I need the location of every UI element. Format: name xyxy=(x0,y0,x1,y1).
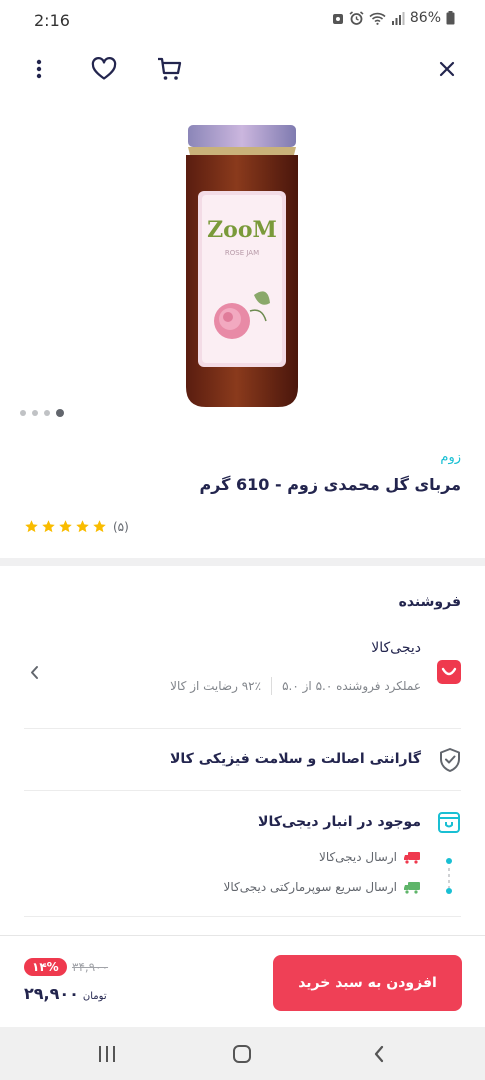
battery-percent: 86% xyxy=(409,10,441,26)
warehouse-icon xyxy=(438,812,460,833)
signal-icon xyxy=(391,11,405,25)
heart-icon xyxy=(91,57,117,80)
more-options-button[interactable] xyxy=(24,54,54,84)
notification-icon xyxy=(332,13,343,24)
discount-badge: ۱۴% xyxy=(24,958,67,976)
divider xyxy=(24,790,461,791)
add-to-cart-button[interactable]: افزودن به سبد خرید xyxy=(273,955,462,1011)
stock-title: موجود در انبار دیجی‌کالا xyxy=(258,814,421,830)
gallery-indicator xyxy=(20,409,64,417)
seller-name: دیجی‌کالا xyxy=(371,640,421,656)
rating-count: (۵) xyxy=(113,519,129,534)
divider xyxy=(24,916,461,917)
product-toolbar xyxy=(0,48,485,88)
wifi-icon xyxy=(369,12,386,25)
product-info: زوم مربای گل محمدی زوم - 610 گرم (۵) xyxy=(24,450,461,534)
rating-stars xyxy=(24,519,107,534)
recent-apps-icon xyxy=(99,1046,115,1062)
brand-link[interactable]: زوم xyxy=(24,450,461,465)
price: ۲۹,۹۰۰ تومان xyxy=(24,984,107,1003)
more-vertical-icon xyxy=(36,59,42,79)
truck-icon xyxy=(404,851,420,864)
fast-truck-icon xyxy=(404,881,420,894)
back-icon xyxy=(374,1045,384,1063)
home-icon xyxy=(233,1045,251,1063)
star-icon xyxy=(76,520,89,533)
timeline-dot xyxy=(446,888,452,894)
star-icon xyxy=(59,520,72,533)
recent-apps-button[interactable] xyxy=(92,1041,122,1067)
stock-section: موجود در انبار دیجی‌کالا ارسال دیجی‌کالا… xyxy=(24,806,461,906)
timeline-dot xyxy=(446,858,452,864)
star-icon xyxy=(93,520,106,533)
section-separator xyxy=(0,558,485,566)
gallery-dot[interactable] xyxy=(44,410,50,416)
seller-performance: عملکرد فروشنده ۵.۰ از ۵.۰ xyxy=(282,679,421,693)
shipping-option-supermarket: ارسال سریع سوپرمارکتی دیجی‌کالا xyxy=(224,880,421,894)
shipping-label: ارسال دیجی‌کالا xyxy=(318,850,397,864)
guarantee-text: گارانتی اصالت و سلامت فیزیکی کالا xyxy=(170,751,421,767)
alarm-icon xyxy=(349,11,364,25)
close-button[interactable] xyxy=(432,54,462,84)
shield-check-icon xyxy=(440,748,460,772)
back-button[interactable] xyxy=(364,1041,394,1067)
battery-icon xyxy=(446,11,455,25)
status-time: 2:16 xyxy=(34,11,70,30)
favorite-button[interactable] xyxy=(89,54,119,84)
gallery-dot-active[interactable] xyxy=(56,409,64,417)
timeline-line xyxy=(448,868,450,888)
system-nav-bar xyxy=(0,1027,485,1080)
buy-bar: افزودن به سبد خرید ۱۴% ۳۴,۹۰۰ ۲۹,۹۰۰ توم… xyxy=(0,935,485,1027)
stats-divider xyxy=(271,677,273,695)
cart-icon xyxy=(158,57,182,80)
seller-stats: عملکرد فروشنده ۵.۰ از ۵.۰ ۹۲٪ رضایت از ک… xyxy=(170,677,421,695)
svg-text:ROSE JAM: ROSE JAM xyxy=(225,249,259,257)
svg-text:ZooM: ZooM xyxy=(207,217,277,243)
product-title: مربای گل محمدی زوم - 610 گرم xyxy=(199,475,461,494)
rating[interactable]: (۵) xyxy=(24,519,129,534)
chevron-left-icon xyxy=(31,666,38,679)
digikala-logo-icon xyxy=(437,660,461,684)
currency-label: تومان xyxy=(82,991,107,1002)
status-bar: 2:16 86% xyxy=(0,0,485,40)
guarantee-row: گارانتی اصالت و سلامت فیزیکی کالا xyxy=(24,745,461,775)
star-icon xyxy=(42,520,55,533)
product-gallery[interactable]: ZooM ROSE JAM xyxy=(0,100,485,430)
seller-satisfaction: ۹۲٪ رضایت از کالا xyxy=(170,679,262,693)
old-price: ۳۴,۹۰۰ xyxy=(72,960,109,974)
product-image: ZooM ROSE JAM xyxy=(186,125,298,407)
gallery-dot[interactable] xyxy=(20,410,26,416)
price-value: ۲۹,۹۰۰ xyxy=(24,984,79,1003)
seller-header: فروشنده xyxy=(398,594,461,610)
shipping-timeline xyxy=(446,858,452,898)
close-icon xyxy=(439,61,455,77)
status-icons: 86% xyxy=(332,10,455,26)
divider xyxy=(24,728,461,729)
shipping-option-digikala: ارسال دیجی‌کالا xyxy=(319,850,421,864)
home-button[interactable] xyxy=(227,1041,257,1067)
star-icon xyxy=(25,520,38,533)
gallery-dot[interactable] xyxy=(32,410,38,416)
seller-row[interactable]: دیجی‌کالا عملکرد فروشنده ۵.۰ از ۵.۰ ۹۲٪ … xyxy=(24,630,461,720)
cart-button[interactable] xyxy=(154,54,184,84)
shipping-label: ارسال سریع سوپرمارکتی دیجی‌کالا xyxy=(223,880,397,894)
